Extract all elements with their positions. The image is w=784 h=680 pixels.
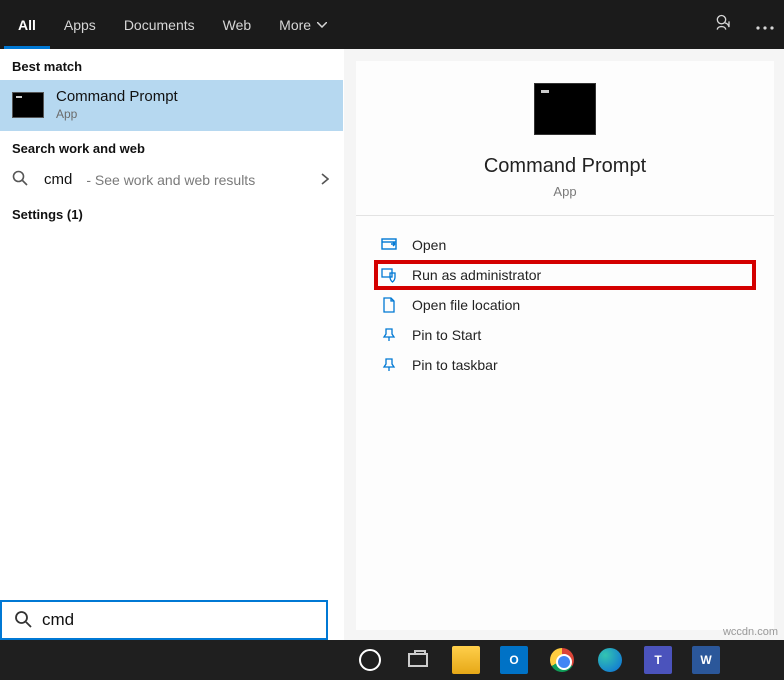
action-pin-taskbar-label: Pin to taskbar bbox=[412, 357, 498, 373]
best-match-heading: Best match bbox=[0, 49, 343, 80]
word-icon: W bbox=[692, 646, 720, 674]
preview-actions: Open Run as administrator Open file loca… bbox=[356, 216, 774, 394]
action-open-label: Open bbox=[412, 237, 446, 253]
chrome-icon bbox=[550, 648, 574, 672]
task-view-button[interactable] bbox=[402, 644, 434, 676]
action-pin-start-label: Pin to Start bbox=[412, 327, 481, 343]
start-search-box[interactable] bbox=[0, 600, 328, 640]
sww-hint: - See work and web results bbox=[86, 172, 255, 188]
admin-shield-icon bbox=[380, 267, 398, 283]
sww-query: cmd bbox=[44, 171, 72, 188]
command-prompt-icon bbox=[12, 92, 44, 118]
action-pin-to-taskbar[interactable]: Pin to taskbar bbox=[374, 350, 756, 380]
tab-more-label: More bbox=[279, 17, 311, 33]
cortana-button[interactable] bbox=[354, 644, 386, 676]
pin-start-icon bbox=[380, 328, 398, 342]
action-open[interactable]: Open bbox=[374, 230, 756, 260]
taskbar-app-chrome[interactable] bbox=[546, 644, 578, 676]
taskbar-app-teams[interactable]: T bbox=[642, 644, 674, 676]
search-input[interactable] bbox=[42, 602, 326, 638]
open-icon bbox=[380, 238, 398, 252]
search-work-web-row[interactable]: cmd - See work and web results bbox=[0, 162, 343, 197]
taskbar: O T W bbox=[0, 640, 784, 680]
watermark-text: wccdn.com bbox=[723, 626, 778, 638]
more-options-icon[interactable] bbox=[756, 17, 774, 33]
search-work-web-heading: Search work and web bbox=[0, 131, 343, 162]
tab-all[interactable]: All bbox=[4, 0, 50, 49]
pin-taskbar-icon bbox=[380, 358, 398, 372]
action-run-admin-label: Run as administrator bbox=[412, 267, 541, 283]
folder-icon bbox=[380, 297, 398, 313]
search-results-body: Best match Command Prompt App Search wor… bbox=[0, 49, 784, 640]
preview-pane: Command Prompt App Open Run as administr… bbox=[356, 61, 774, 630]
search-filter-tabs: All Apps Documents Web More bbox=[0, 0, 784, 49]
search-icon bbox=[14, 610, 32, 631]
result-title: Command Prompt bbox=[56, 88, 178, 105]
action-open-location-label: Open file location bbox=[412, 297, 520, 313]
preview-subtitle: App bbox=[553, 184, 576, 199]
edge-icon bbox=[598, 648, 622, 672]
best-match-result[interactable]: Command Prompt App bbox=[0, 80, 343, 131]
chevron-right-icon bbox=[321, 172, 329, 188]
tab-apps[interactable]: Apps bbox=[50, 0, 110, 49]
settings-heading[interactable]: Settings (1) bbox=[0, 197, 343, 228]
teams-icon: T bbox=[644, 646, 672, 674]
result-subtitle: App bbox=[56, 107, 178, 121]
action-run-as-administrator[interactable]: Run as administrator bbox=[374, 260, 756, 290]
taskbar-app-outlook[interactable]: O bbox=[498, 644, 530, 676]
task-view-icon bbox=[408, 653, 428, 667]
cortana-icon bbox=[359, 649, 381, 671]
preview-title: Command Prompt bbox=[484, 155, 646, 178]
action-open-file-location[interactable]: Open file location bbox=[374, 290, 756, 320]
tab-web[interactable]: Web bbox=[209, 0, 266, 49]
taskbar-app-edge[interactable] bbox=[594, 644, 626, 676]
file-explorer-icon bbox=[452, 646, 480, 674]
action-pin-to-start[interactable]: Pin to Start bbox=[374, 320, 756, 350]
taskbar-app-word[interactable]: W bbox=[690, 644, 722, 676]
feedback-icon[interactable] bbox=[714, 13, 734, 36]
tab-more[interactable]: More bbox=[265, 0, 341, 49]
taskbar-app-file-explorer[interactable] bbox=[450, 644, 482, 676]
chevron-down-icon bbox=[317, 22, 327, 28]
preview-app-icon bbox=[534, 83, 596, 135]
outlook-icon: O bbox=[500, 646, 528, 674]
results-list: Best match Command Prompt App Search wor… bbox=[0, 49, 344, 640]
tab-documents[interactable]: Documents bbox=[110, 0, 209, 49]
search-icon bbox=[12, 170, 30, 189]
